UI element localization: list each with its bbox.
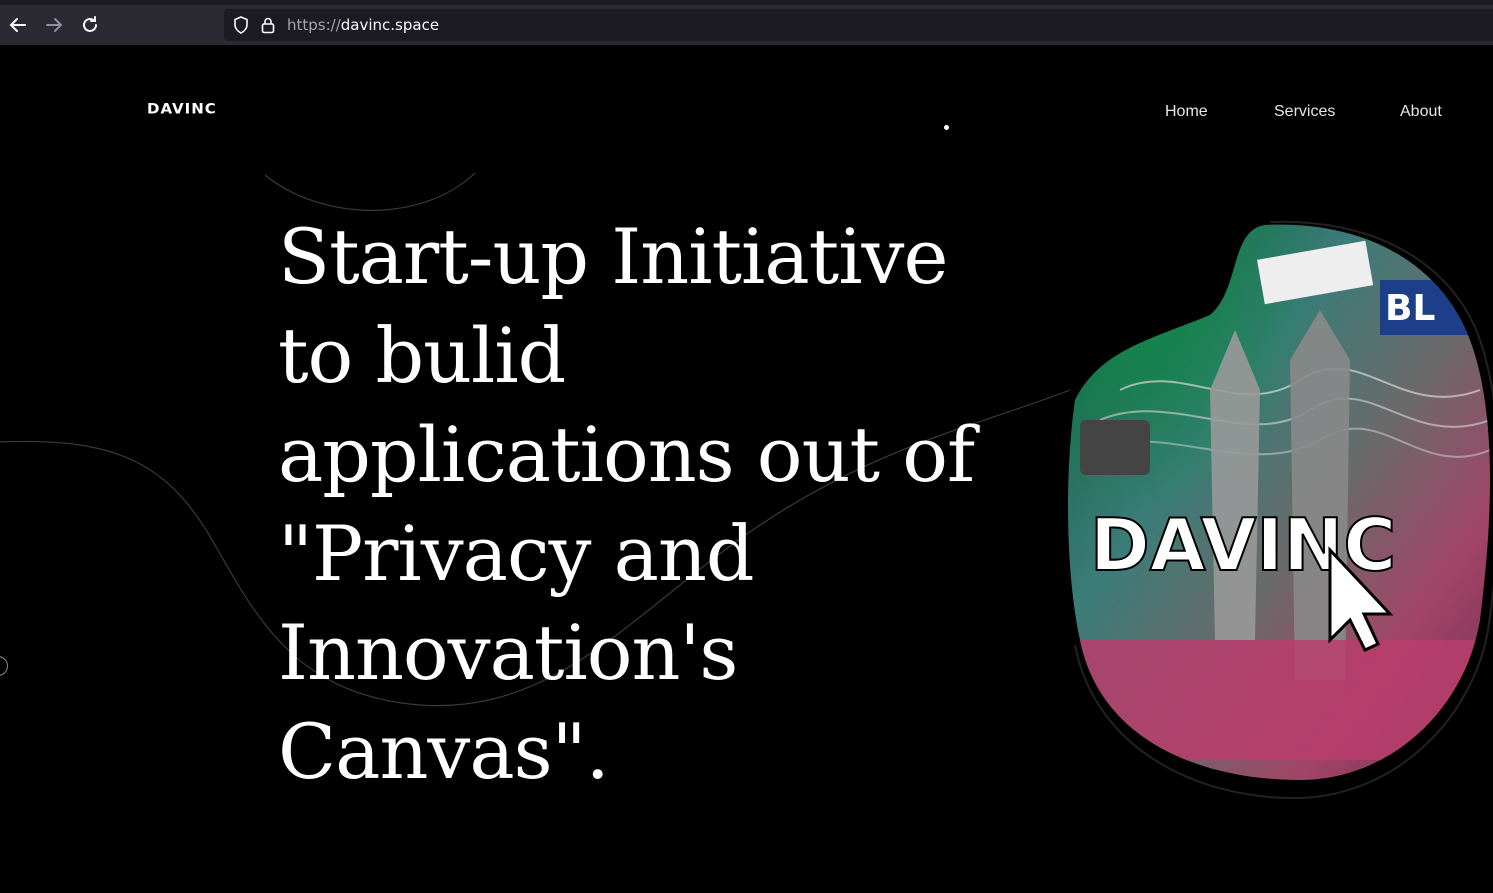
hero-collage-image: BL DAVINC: [1068, 220, 1493, 800]
shield-icon[interactable]: [233, 16, 249, 34]
url-scheme: https://: [287, 16, 341, 34]
page: DAVINC Home Services About Start-up Init…: [0, 45, 1493, 893]
cursor-dot: [944, 125, 949, 130]
back-button[interactable]: [7, 14, 29, 36]
reload-icon: [83, 16, 97, 32]
svg-text:BL: BL: [1385, 288, 1435, 329]
lock-icon[interactable]: [260, 16, 276, 34]
reload-button[interactable]: [79, 14, 101, 36]
hero-headline: Start-up Initiative to bulid application…: [278, 212, 975, 796]
arrow-right-icon: [46, 18, 63, 32]
url-text[interactable]: https://davinc.space: [287, 16, 439, 34]
arrow-left-icon: [9, 18, 26, 32]
url-bar[interactable]: https://davinc.space: [224, 9, 1493, 41]
browser-toolbar: https://davinc.space: [0, 0, 1493, 45]
nav-home[interactable]: Home: [1165, 103, 1208, 121]
nav-about[interactable]: About: [1400, 103, 1442, 121]
url-host: davinc.space: [340, 16, 440, 34]
site-logo[interactable]: DAVINC: [147, 100, 217, 117]
nav-services[interactable]: Services: [1274, 103, 1335, 121]
forward-button[interactable]: [43, 14, 65, 36]
